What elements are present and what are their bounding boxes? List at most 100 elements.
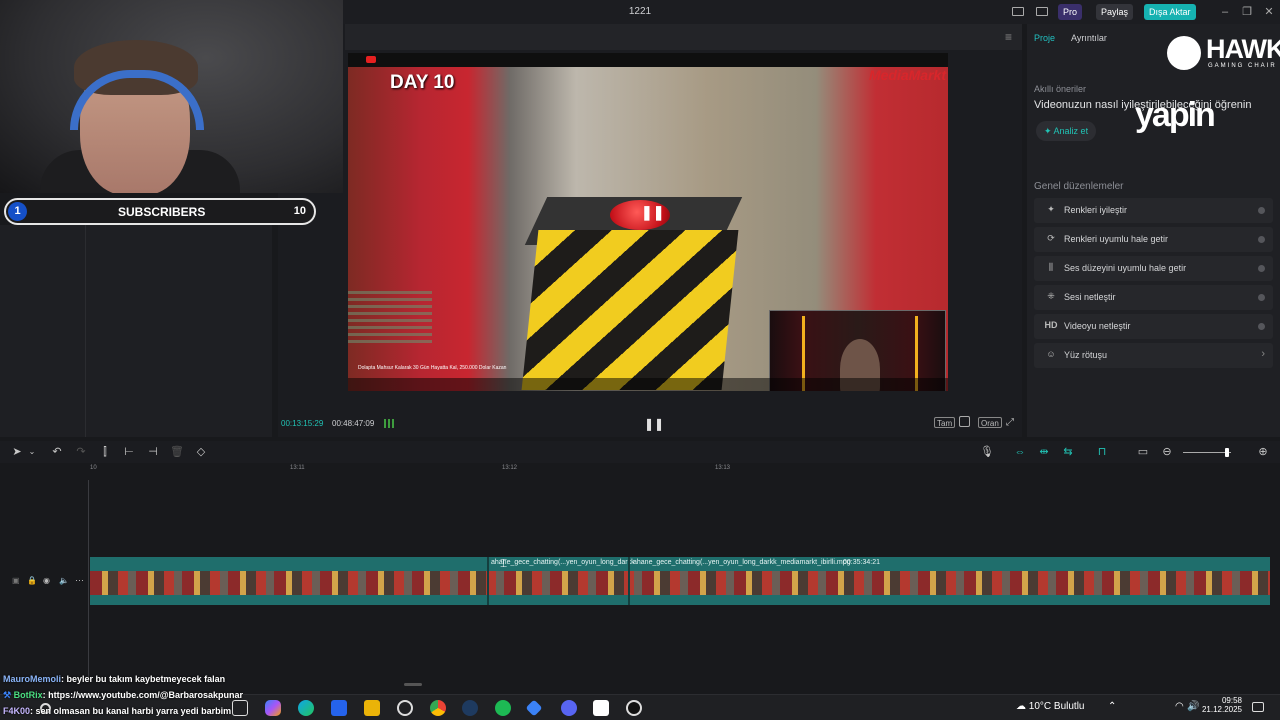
spotify-icon[interactable] bbox=[495, 700, 511, 716]
ruler-tick: 13:11 bbox=[290, 465, 305, 471]
option-toggle[interactable] bbox=[1258, 265, 1265, 272]
menu-icon[interactable]: ≡ bbox=[1005, 30, 1012, 44]
pro-button[interactable]: Pro bbox=[1058, 4, 1083, 20]
pause-button[interactable]: ❚❚ bbox=[644, 417, 664, 431]
option-clarify-audio[interactable]: ⁜ Sesi netleştir bbox=[1034, 285, 1273, 310]
undo-icon[interactable]: ↶ bbox=[50, 445, 64, 459]
wifi-icon[interactable]: ◠ bbox=[1175, 701, 1184, 712]
close-icon[interactable]: ✕ bbox=[1261, 4, 1277, 20]
analyze-button[interactable]: ✦ Analiz et bbox=[1036, 121, 1097, 141]
timeline-playhead[interactable] bbox=[88, 480, 89, 680]
general-heading: Genel düzenlemeler bbox=[1034, 181, 1124, 192]
layout-icon[interactable] bbox=[1012, 7, 1024, 16]
video-clip[interactable]: ahane_gece_chatting(...yen_oyun_long_dar… bbox=[90, 557, 1270, 605]
magnet-icon[interactable]: ⊓ bbox=[1095, 445, 1109, 459]
share-button[interactable]: Paylaş bbox=[1096, 4, 1134, 20]
marker-icon[interactable]: ◇ bbox=[194, 445, 208, 459]
export-label: Dışa Aktar bbox=[1149, 7, 1191, 17]
option-label: Renkleri uyumlu hale getir bbox=[1064, 234, 1169, 244]
split-icon[interactable]: ⫿ bbox=[98, 445, 112, 459]
trim-end-icon[interactable]: ⊣ bbox=[146, 445, 160, 459]
more-icon[interactable]: ⋯ bbox=[75, 575, 84, 586]
cloud-icon: ☁ bbox=[1016, 701, 1029, 712]
option-match-colors[interactable]: ⟳ Renkleri uyumlu hale getir bbox=[1034, 227, 1273, 252]
option-match-volume[interactable]: ⫼ Ses düzeyini uyumlu hale getir bbox=[1034, 256, 1273, 281]
panel-icon[interactable] bbox=[1036, 7, 1048, 16]
option-toggle[interactable] bbox=[1258, 294, 1265, 301]
fullscreen-icon[interactable]: ⤢ bbox=[1006, 417, 1014, 428]
weather-widget[interactable]: ☁ 10°C Bulutlu bbox=[1016, 701, 1084, 712]
microphone-icon[interactable]: 🎙 bbox=[980, 445, 994, 459]
ratio-label: Oran bbox=[981, 419, 999, 428]
settings-app-icon[interactable] bbox=[525, 699, 543, 717]
chat-text: : sen olmasan bu kanal harbi yarra yedi … bbox=[30, 706, 232, 716]
export-button[interactable]: Dışa Aktar bbox=[1144, 4, 1196, 20]
zoom-out-icon[interactable]: ⊖ bbox=[1160, 445, 1174, 459]
full-label: Tam bbox=[937, 419, 953, 428]
clip-thumbnails bbox=[90, 571, 1270, 595]
snapshot-icon[interactable] bbox=[959, 416, 970, 427]
minimize-icon[interactable]: – bbox=[1217, 4, 1233, 20]
option-toggle[interactable] bbox=[1258, 323, 1265, 330]
trim-start-icon[interactable]: ⊢ bbox=[122, 445, 136, 459]
timeline-ruler[interactable]: 10 13:11 13:12 13:13 bbox=[90, 463, 1280, 477]
option-enhance-colors[interactable]: ✦ Renkleri iyileştir bbox=[1034, 198, 1273, 223]
timeline-scrollbar[interactable] bbox=[404, 683, 422, 686]
properties-panel: Proje Ayrıntılar Akıllı öneriler Videonu… bbox=[1027, 24, 1280, 437]
redo-icon[interactable]: ↷ bbox=[74, 445, 88, 459]
clock[interactable]: 09:58 21.12.2025 bbox=[1200, 696, 1242, 714]
option-sharpen-video[interactable]: HD Videoyu netleştir bbox=[1034, 314, 1273, 339]
explorer-icon[interactable] bbox=[364, 700, 380, 716]
zoom-in-icon[interactable]: ⊕ bbox=[1256, 445, 1270, 459]
discord-icon[interactable] bbox=[561, 700, 577, 716]
speaker-icon[interactable]: 🔈 bbox=[59, 576, 69, 585]
xbox-icon[interactable] bbox=[397, 700, 413, 716]
total-time: 00:48:47:09 bbox=[332, 419, 375, 428]
snap-icon[interactable]: ⇔ bbox=[1013, 445, 1027, 459]
pro-label: Pro bbox=[1063, 7, 1078, 17]
option-toggle[interactable] bbox=[1258, 236, 1265, 243]
hawk-logo-icon bbox=[1167, 36, 1201, 70]
track-type-icon: ▣ bbox=[12, 576, 20, 585]
eye-icon[interactable]: ◉ bbox=[43, 576, 50, 585]
media-panel bbox=[0, 225, 272, 437]
full-button[interactable]: Tam bbox=[934, 417, 956, 428]
chat-user: BotRix bbox=[13, 690, 43, 700]
weather-text: 10°C Bulutlu bbox=[1028, 701, 1085, 712]
chevron-right-icon[interactable]: › bbox=[1261, 348, 1265, 360]
option-face-retouch[interactable]: ☺ Yüz rötuşu › bbox=[1034, 343, 1273, 368]
obs-icon[interactable] bbox=[626, 700, 642, 716]
preview-icon[interactable]: ▭ bbox=[1136, 445, 1150, 459]
link-icon[interactable]: ⇹ bbox=[1037, 445, 1051, 459]
hd-icon: HD bbox=[1044, 320, 1058, 330]
zoom-slider-handle[interactable] bbox=[1225, 448, 1229, 457]
clip-separator bbox=[628, 557, 630, 605]
ratio-button[interactable]: Oran bbox=[978, 417, 1002, 428]
chrome-icon[interactable] bbox=[430, 700, 446, 716]
tray-chevron-icon[interactable]: ⌃ bbox=[1108, 701, 1116, 712]
video-preview[interactable]: ❚❚ DAY 10 MediaMarkt Dolapta Mahsur Kala… bbox=[348, 53, 948, 391]
volume-icon[interactable]: 🔊 bbox=[1187, 701, 1199, 712]
sparkle-icon: ✦ bbox=[1044, 126, 1054, 136]
option-toggle[interactable] bbox=[1258, 207, 1265, 214]
chevron-down-icon[interactable]: ⌄ bbox=[25, 445, 39, 459]
player-header: ≡ bbox=[345, 24, 1022, 50]
subscriber-current: 1 bbox=[8, 202, 27, 221]
select-tool-icon[interactable]: ➤ bbox=[10, 445, 24, 459]
notification-icon[interactable] bbox=[1252, 702, 1264, 712]
zoom-slider[interactable] bbox=[1183, 448, 1231, 457]
tab-details[interactable]: Ayrıntılar bbox=[1071, 33, 1107, 43]
lock-icon[interactable]: 🔒 bbox=[27, 576, 37, 585]
steam-icon[interactable] bbox=[462, 700, 478, 716]
sponsor-logo: HAWK GAMING CHAIR bbox=[1167, 34, 1280, 76]
tab-project[interactable]: Proje bbox=[1034, 33, 1055, 43]
ripple-icon[interactable]: ⇆ bbox=[1061, 445, 1075, 459]
delete-icon[interactable]: 🗑 bbox=[170, 445, 184, 459]
store-icon[interactable] bbox=[331, 700, 347, 716]
restore-icon[interactable]: ❐ bbox=[1239, 4, 1255, 20]
subscriber-goal: 10 bbox=[293, 205, 306, 217]
option-label: Ses düzeyini uyumlu hale getir bbox=[1064, 263, 1187, 273]
clock-time: 09:58 bbox=[1221, 696, 1242, 705]
capcut-icon[interactable] bbox=[593, 700, 609, 716]
chat-line: ⚒ BotRix: https://www.youtube.com/@Barba… bbox=[3, 690, 243, 701]
